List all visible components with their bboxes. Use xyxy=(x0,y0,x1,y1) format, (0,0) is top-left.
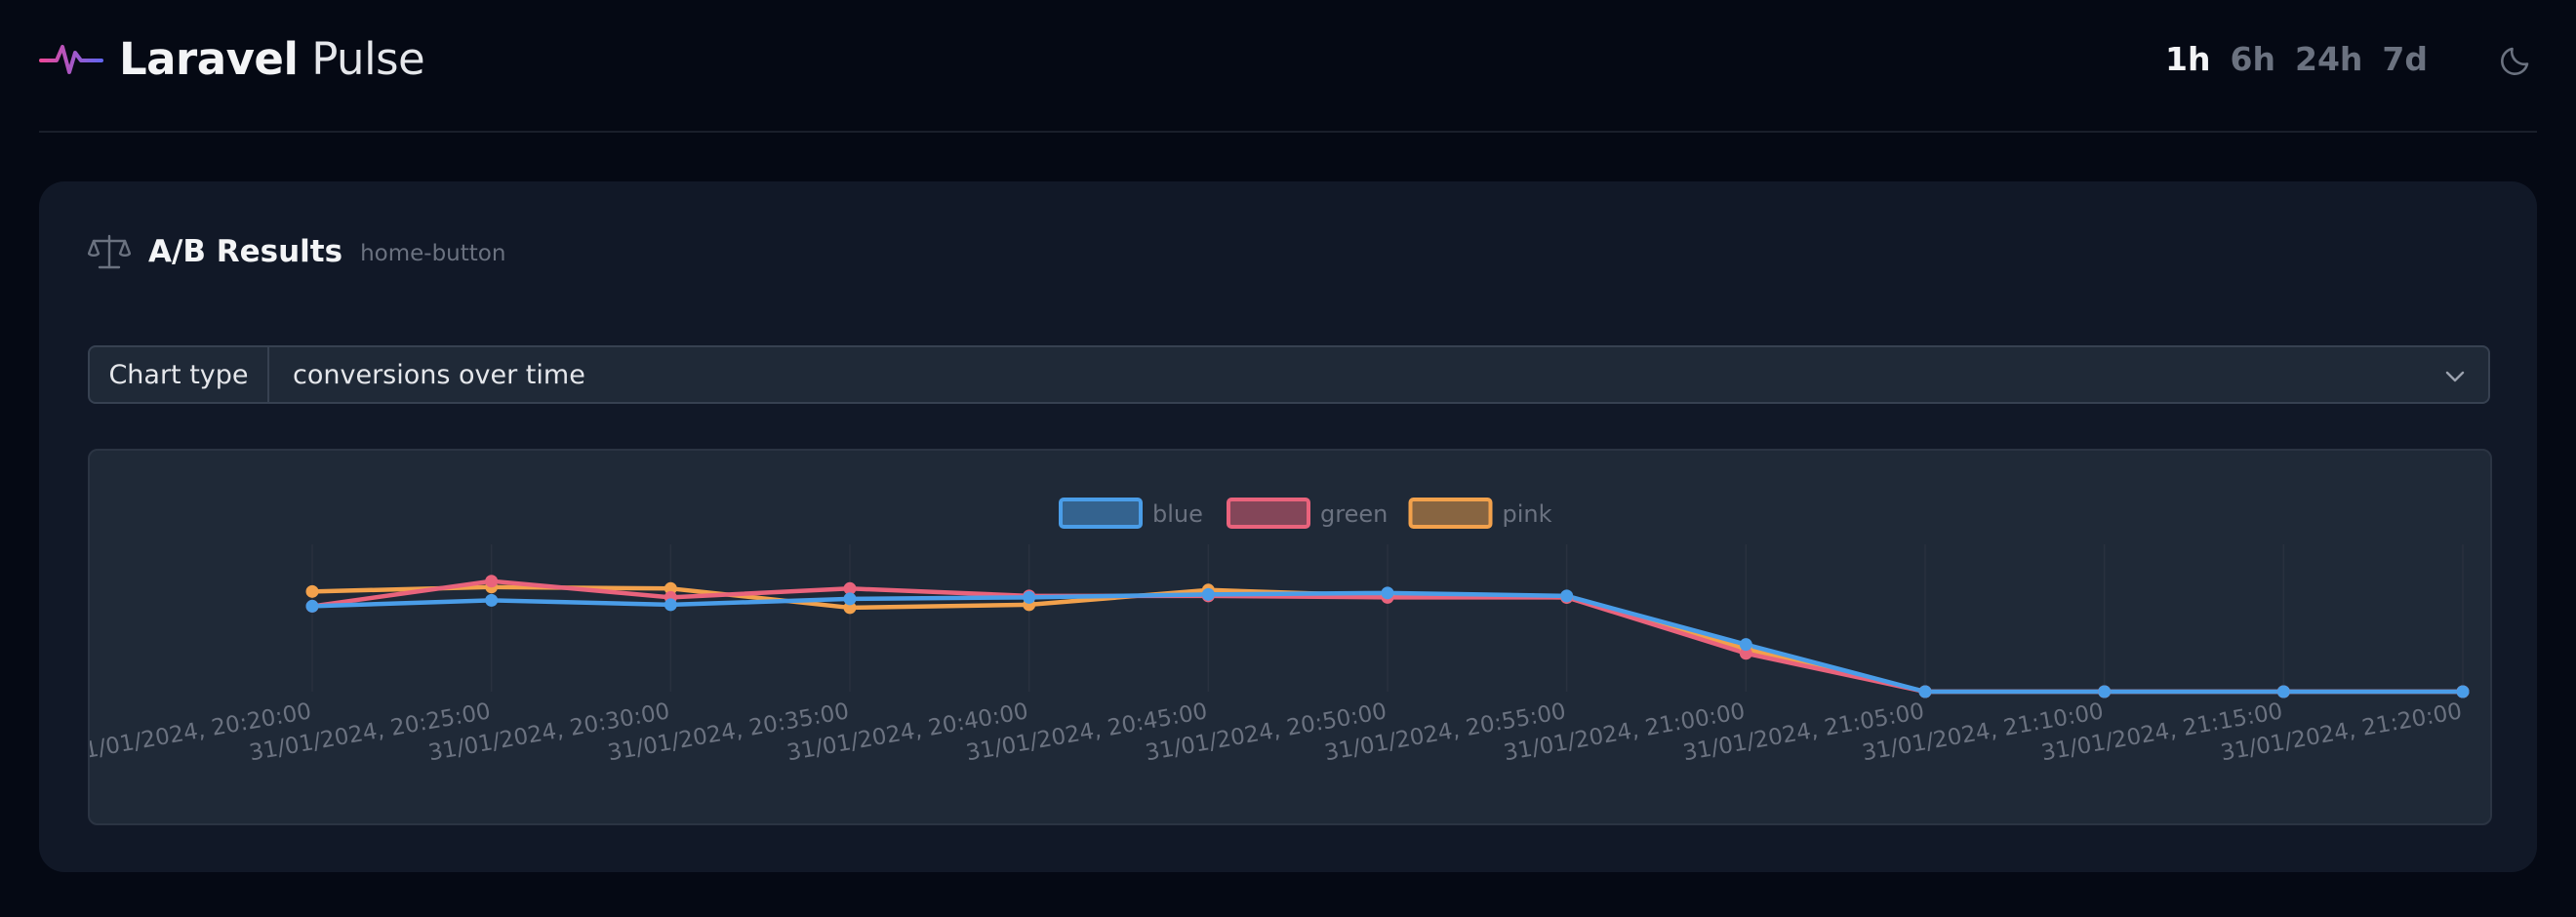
data-point-blue[interactable] xyxy=(1023,590,1036,604)
chart-type-value: conversions over time xyxy=(293,359,585,390)
chart-type-select-group: Chart type conversions over time xyxy=(88,345,2490,404)
period-7d[interactable]: 7d xyxy=(2382,40,2428,78)
chart-type-select[interactable]: conversions over time xyxy=(269,347,2488,402)
data-point-blue[interactable] xyxy=(1201,587,1215,601)
period-6h[interactable]: 6h xyxy=(2231,40,2275,78)
chart-panel: blue green pink 31/01/2024, 20:20:00 31/01/2… xyxy=(88,449,2492,825)
data-point-blue[interactable] xyxy=(664,598,677,612)
data-point-blue[interactable] xyxy=(2098,685,2112,698)
card-title: A/B Results xyxy=(148,234,343,269)
card-subtitle: home-button xyxy=(360,241,506,266)
data-point-blue[interactable] xyxy=(305,599,319,613)
legend-label: blue xyxy=(1152,500,1203,528)
chevron-down-icon xyxy=(2445,371,2465,382)
app-title: Laravel Pulse xyxy=(119,32,425,85)
ab-results-card: A/B Results home-button Chart type conve… xyxy=(39,181,2537,872)
data-point-blue[interactable] xyxy=(1739,638,1752,652)
legend-swatch xyxy=(1227,498,1310,529)
moon-icon[interactable] xyxy=(2498,39,2537,78)
period-selector: 1h 6h 24h 7d xyxy=(2165,35,2428,82)
data-point-blue[interactable] xyxy=(2276,685,2290,698)
period-24h[interactable]: 24h xyxy=(2295,40,2362,78)
card-header: A/B Results home-button xyxy=(88,230,505,273)
data-point-blue[interactable] xyxy=(843,592,857,606)
conversions-line-chart: blue green pink31/01/2024, 20:20:0031/01/2… xyxy=(90,498,2470,766)
data-point-blue[interactable] xyxy=(485,593,499,607)
data-point-pink[interactable] xyxy=(305,584,319,598)
brand[interactable]: Laravel Pulse xyxy=(39,29,425,88)
brand-laravel: Laravel xyxy=(119,32,299,85)
data-point-blue[interactable] xyxy=(1918,685,1932,698)
scale-icon xyxy=(88,234,131,269)
data-point-blue[interactable] xyxy=(1381,586,1394,600)
legend-item-green[interactable]: green xyxy=(1227,498,1388,529)
legend-swatch xyxy=(1059,498,1143,529)
legend-label: pink xyxy=(1503,500,1552,528)
legend-item-pink[interactable]: pink xyxy=(1408,498,1552,529)
data-point-blue[interactable] xyxy=(1560,589,1574,603)
brand-pulse: Pulse xyxy=(311,32,425,85)
top-bar: Laravel Pulse 1h 6h 24h 7d xyxy=(39,0,2537,133)
chart-type-label: Chart type xyxy=(90,347,269,402)
legend-swatch xyxy=(1408,498,1493,529)
data-point-green[interactable] xyxy=(485,575,499,588)
pulse-logo-icon xyxy=(39,45,103,74)
legend-label: green xyxy=(1320,500,1388,528)
legend-item-blue[interactable]: blue xyxy=(1059,498,1203,529)
data-point-blue[interactable] xyxy=(2456,685,2470,698)
period-1h[interactable]: 1h xyxy=(2165,40,2210,78)
